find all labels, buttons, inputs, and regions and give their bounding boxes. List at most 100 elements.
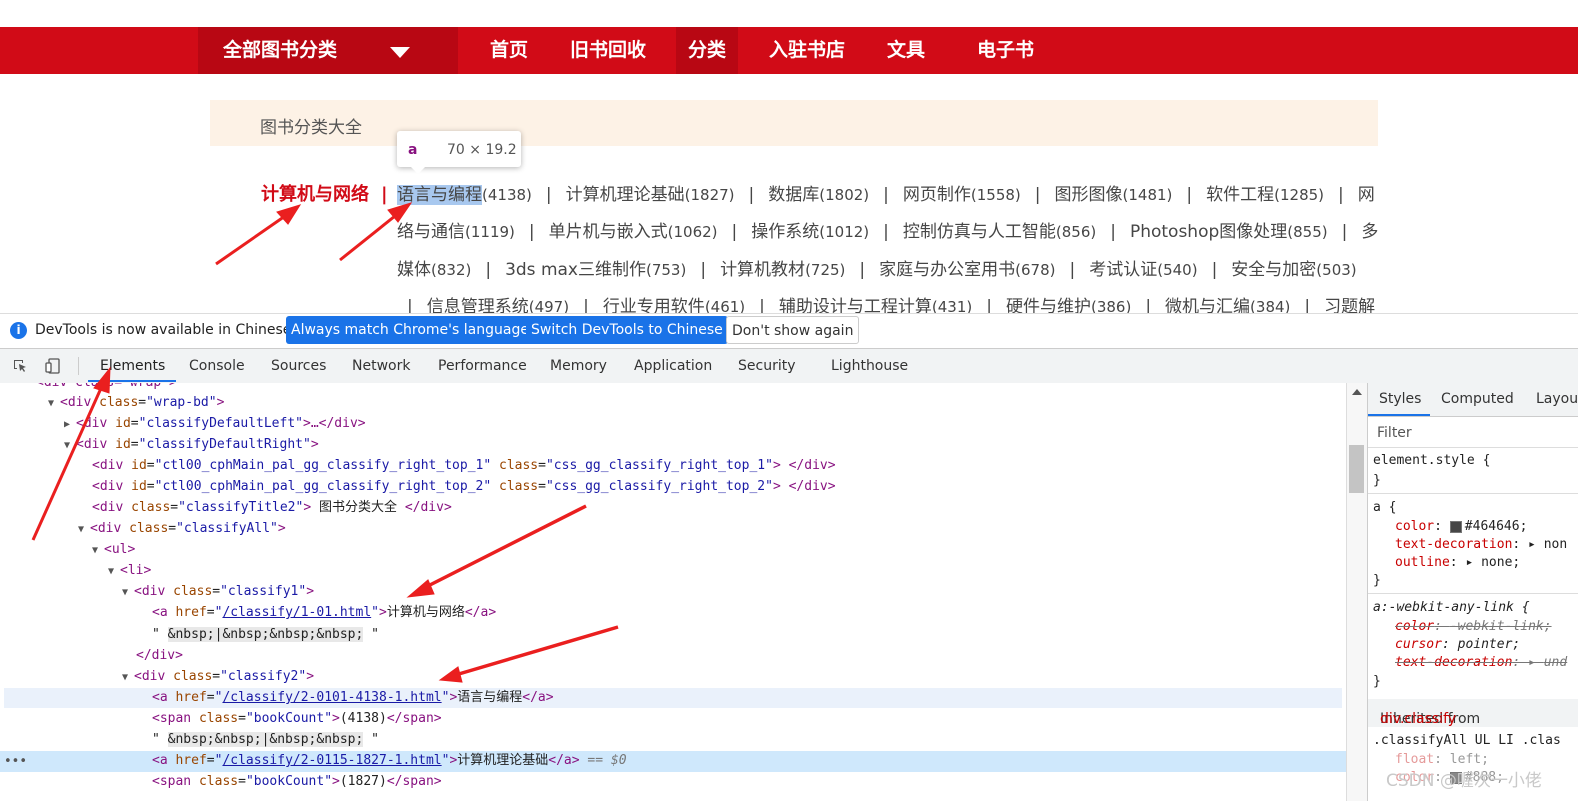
more-actions-icon[interactable]: ••• [4, 754, 27, 769]
decl-al-cursor[interactable]: cursor: pointer; [1395, 637, 1520, 652]
nav-category[interactable]: 分类 [676, 27, 739, 74]
dont-show-again-button[interactable]: Don't show again [726, 316, 860, 344]
decl-text-decoration[interactable]: text-decoration: ▸ non [1395, 537, 1567, 552]
tab-memory[interactable]: Memory [550, 358, 607, 374]
subcategory-link[interactable]: 控制仿真与人工智能(856) [903, 222, 1096, 242]
inherited-from-link[interactable]: div.classify [1380, 711, 1456, 727]
separator: | [545, 185, 552, 205]
decl-color[interactable]: color: #464646; [1395, 519, 1527, 534]
dom-line-c3-link[interactable]: <a href="/classify/2-0115-1827-1.html">计… [152, 751, 627, 771]
nav-used-books[interactable]: 旧书回收 [570, 27, 646, 74]
tab-computed[interactable]: Computed [1441, 391, 1514, 407]
category-main[interactable]: 计算机与网络 | [261, 180, 388, 206]
subcategory-link[interactable]: 家庭与办公室用书(678) [879, 260, 1055, 280]
decl-float[interactable]: float: left; [1395, 752, 1489, 767]
subcategory-row: 媒体(832) | 3ds max三维制作(753) | 计算机教材(725) | 家庭与办… [397, 255, 1357, 280]
nav-stationery[interactable]: 文具 [887, 27, 925, 74]
tab-styles[interactable]: Styles [1379, 391, 1421, 407]
expand-triangle-icon[interactable]: ▼ [122, 583, 134, 603]
dom-line-wrap-bd[interactable]: ▼ <div class="wrap-bd"> [48, 393, 224, 413]
dom-line-ul[interactable]: ▼ <ul> [92, 540, 135, 560]
divider [78, 357, 79, 375]
dom-line-wrap[interactable]: <div class="wrap"> [36, 383, 177, 393]
subcategory-link[interactable]: 考试认证(540) [1089, 260, 1197, 280]
dom-line-classify1[interactable]: ▼ <div class="classify1"> [122, 582, 314, 602]
expand-triangle-icon[interactable]: ▼ [122, 668, 134, 688]
rule-element-style[interactable]: element.style { [1373, 453, 1490, 468]
nav-bookstores[interactable]: 入驻书店 [769, 27, 845, 74]
tab-layout[interactable]: Layou [1536, 391, 1578, 407]
subcategory-link[interactable]: 媒体(832) [397, 260, 471, 280]
tab-performance[interactable]: Performance [438, 358, 527, 374]
all-categories-menu[interactable]: 全部图书分类 [198, 27, 458, 74]
c2-href-link[interactable]: /classify/2-0101-4138-1.html [222, 690, 441, 705]
devtools-infobar: i DevTools is now available in Chinese! … [0, 313, 1578, 348]
tab-security[interactable]: Security [738, 358, 796, 374]
expand-triangle-icon[interactable]: ▼ [48, 394, 60, 414]
tab-console[interactable]: Console [189, 358, 245, 374]
c1-href-link[interactable]: /classify/1-01.html [222, 605, 371, 620]
dom-line-c2-link[interactable]: <a href="/classify/2-0101-4138-1.html">语… [152, 688, 554, 708]
subcategory-link[interactable]: 网页制作(1558) [903, 185, 1021, 205]
subcategory-link[interactable]: 3ds max三维制作(753) [505, 260, 686, 280]
elements-scrollbar[interactable] [1346, 383, 1367, 801]
subcategory-link[interactable]: 计算机教材(725) [720, 260, 845, 280]
subcategory-link[interactable]: 计算机理论基础(1827) [566, 185, 735, 205]
dom-line-text1[interactable]: " &nbsp;|&nbsp;&nbsp;&nbsp; " [152, 625, 379, 645]
subcategory-link[interactable]: 络与通信(1119) [397, 222, 515, 242]
decl-outline[interactable]: outline: ▸ none; [1395, 555, 1520, 570]
device-toolbar-icon[interactable] [45, 358, 61, 374]
dom-line-top2[interactable]: <div id="ctl00_cphMain_pal_gg_classify_r… [92, 477, 836, 497]
subcategory-count: (1119) [465, 223, 515, 241]
dom-line-div-close[interactable]: </div> [136, 646, 183, 666]
dom-line-bookcount1[interactable]: <span class="bookCount">(4138)</span> [152, 709, 442, 729]
scroll-thumb[interactable] [1349, 445, 1364, 493]
scroll-up-icon[interactable] [1352, 389, 1362, 395]
rule-classify[interactable]: .classifyAll UL LI .clas [1373, 733, 1561, 748]
c3-href-link[interactable]: /classify/2-0115-1827-1.html [222, 753, 441, 768]
dom-line-text2[interactable]: " &nbsp;&nbsp;|&nbsp;&nbsp; " [152, 730, 379, 750]
tab-sources[interactable]: Sources [271, 358, 326, 374]
nav-home[interactable]: 首页 [490, 27, 528, 74]
dom-line-left[interactable]: ▶ <div id="classifyDefaultLeft">…</div> [64, 414, 366, 434]
collapse-triangle-icon[interactable]: ▶ [64, 415, 76, 435]
category-main-link[interactable]: 计算机与网络 [261, 184, 369, 205]
subcategory-link[interactable]: 图形图像(1481) [1055, 185, 1173, 205]
expand-triangle-icon[interactable]: ▼ [78, 520, 90, 540]
dom-line-classify-all[interactable]: ▼ <div class="classifyAll"> [78, 519, 286, 539]
subcategory-link[interactable]: 多 [1361, 222, 1378, 242]
decl-al-text-decoration[interactable]: text-decoration: ▸ und [1395, 655, 1567, 670]
nav-ebooks[interactable]: 电子书 [977, 27, 1034, 74]
dom-line-c1-link[interactable]: <a href="/classify/1-01.html">计算机与网络</a> [152, 603, 496, 623]
subcategory-link[interactable]: 语言与编程(4138) [397, 185, 532, 205]
elements-panel[interactable]: <div class="wrap"> ▼<div class="wrap-bd"… [0, 383, 1346, 801]
subcategory-link[interactable]: 网 [1358, 185, 1375, 205]
subcategory-link[interactable]: Photoshop图像处理(855) [1130, 222, 1328, 242]
dom-line-right[interactable]: ▼ <div id="classifyDefaultRight"> [64, 435, 319, 455]
rule-a-selector[interactable]: a { [1373, 500, 1396, 515]
dom-line-classify2[interactable]: ▼ <div class="classify2"> [122, 667, 314, 687]
subcategory-link[interactable]: 安全与加密(503) [1231, 260, 1356, 280]
tab-lighthouse[interactable]: Lighthouse [831, 358, 908, 374]
match-language-button[interactable]: Always match Chrome's language [286, 316, 534, 344]
switch-chinese-button[interactable]: Switch DevTools to Chinese [526, 316, 728, 344]
expand-triangle-icon[interactable]: ▼ [108, 562, 120, 582]
styles-filter[interactable]: Filter [1368, 417, 1578, 448]
dom-line-top1[interactable]: <div id="ctl00_cphMain_pal_gg_classify_r… [92, 456, 836, 476]
decl-al-color[interactable]: color: -webkit-link; [1395, 619, 1552, 634]
color-swatch-icon[interactable] [1449, 520, 1462, 533]
dom-line-title2[interactable]: <div class="classifyTitle2"> 图书分类大全 </di… [92, 498, 452, 518]
inspect-element-icon[interactable] [12, 358, 28, 374]
tab-application[interactable]: Application [634, 358, 712, 374]
subcategory-link[interactable]: 数据库(1802) [768, 185, 869, 205]
tab-network[interactable]: Network [352, 358, 410, 374]
expand-triangle-icon[interactable]: ▼ [64, 436, 76, 456]
dom-line-li[interactable]: ▼ <li> [108, 561, 151, 581]
expand-triangle-icon[interactable]: ▼ [92, 541, 104, 561]
tab-elements[interactable]: Elements [100, 358, 165, 374]
subcategory-link[interactable]: 操作系统(1012) [751, 222, 869, 242]
rule-any-link[interactable]: a:-webkit-any-link { [1373, 600, 1530, 615]
subcategory-link[interactable]: 单片机与嵌入式(1062) [549, 222, 718, 242]
subcategory-link[interactable]: 软件工程(1285) [1206, 185, 1324, 205]
dom-line-bookcount2[interactable]: <span class="bookCount">(1827)</span> [152, 772, 442, 792]
